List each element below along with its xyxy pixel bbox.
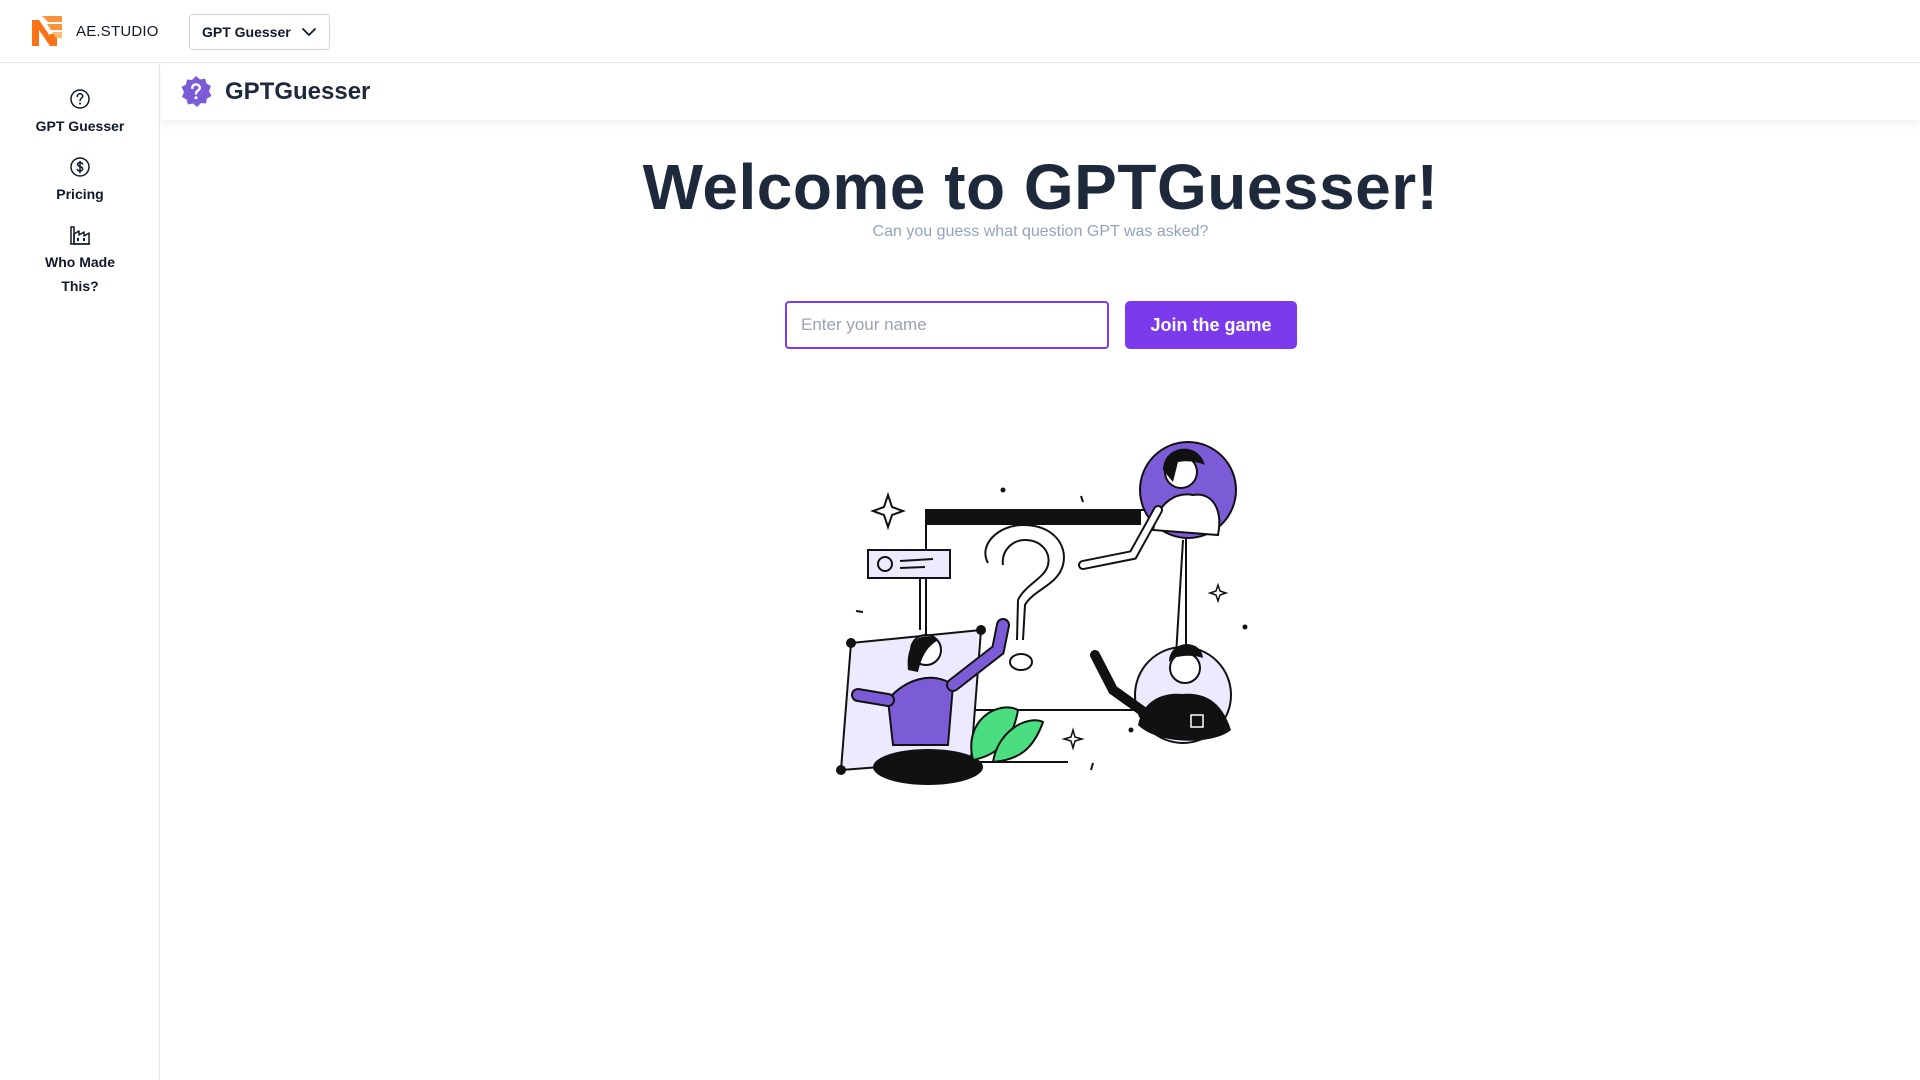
brand[interactable]: AE.STUDIO <box>30 14 159 48</box>
sidebar-item-label: Pricing <box>56 186 104 202</box>
app-selector-label: GPT Guesser <box>202 24 291 40</box>
sidebar-item-gpt-guesser[interactable]: GPT Guesser <box>0 88 160 138</box>
page-title: GPTGuesser <box>225 78 371 105</box>
sidebar-item-who-made-this[interactable]: Who Made This? <box>0 224 160 298</box>
page-header: GPTGuesser <box>161 64 1920 120</box>
purple-question-badge-icon <box>181 76 212 107</box>
main-content: Welcome to GPTGuesser! Can you guess wha… <box>161 120 1920 1080</box>
app-selector[interactable]: GPT Guesser <box>189 14 330 50</box>
chevron-down-icon <box>301 28 316 36</box>
sidebar-item-pricing[interactable]: Pricing <box>0 156 160 206</box>
sidebar-item-label: Who Made This? <box>45 254 115 294</box>
brand-name: AE.STUDIO <box>76 22 159 40</box>
sidebar: GPT Guesser Pricing Who Made This? <box>0 64 160 1080</box>
sidebar-item-label: GPT Guesser <box>35 118 125 134</box>
top-bar: AE.STUDIO GPT Guesser <box>0 0 1920 63</box>
name-input[interactable] <box>785 301 1109 349</box>
welcome-heading: Welcome to GPTGuesser! <box>642 151 1439 223</box>
factory-icon <box>70 226 90 245</box>
welcome-subtitle: Can you guess what question GPT was aske… <box>872 223 1209 240</box>
join-game-button[interactable]: Join the game <box>1125 301 1297 349</box>
ae-studio-logo-icon <box>32 16 62 46</box>
question-circle-icon <box>70 89 90 109</box>
dollar-circle-icon <box>70 157 90 177</box>
guessing-people-illustration <box>836 441 1248 785</box>
